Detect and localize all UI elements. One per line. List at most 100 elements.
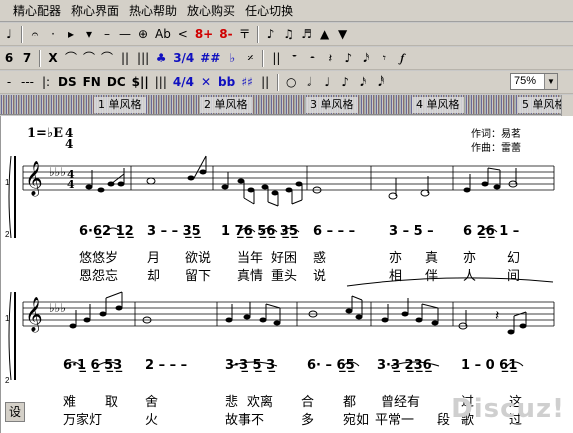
whole-note-button[interactable]: ○ [283, 73, 299, 92]
rest-x-button[interactable]: X [45, 49, 61, 68]
double-flat-button[interactable]: bb [216, 73, 237, 92]
jianpu-bar[interactable]: 3·3̲ 2̲3̲6̲ [377, 358, 432, 373]
long-dash-button[interactable]: --- [19, 73, 36, 92]
style-tab-3[interactable]: 3 单风格 [306, 97, 358, 113]
beamed-sixteenth-button[interactable]: ♬ [299, 25, 315, 44]
jianpu-bar[interactable]: 6 2̲6̲ 1 – [463, 224, 519, 239]
dot-button[interactable]: · [45, 25, 61, 44]
accent-button[interactable]: ▸ [63, 25, 79, 44]
quarter-note-button[interactable]: 𝆑 [394, 49, 410, 68]
flat-button[interactable]: ♭ [224, 49, 240, 68]
menu-item-interface[interactable]: 称心界面 [66, 2, 124, 19]
track-number-2: 2 [5, 230, 10, 239]
short-dash-button[interactable]: - [1, 73, 17, 92]
slur-button[interactable]: ⌒ [63, 49, 79, 68]
quarter-rest-button[interactable]: 𝄼 [304, 49, 320, 68]
lyric-syllable: 故事不 [225, 413, 265, 428]
double-sharp-button[interactable]: ♯♯ [239, 73, 255, 92]
circle-plus-button[interactable]: ⊕ [135, 25, 151, 44]
time-sig-3-4-button[interactable]: 3/4 [171, 49, 196, 68]
lyric-syllable: 多 [301, 413, 315, 428]
thirty-second-note-button[interactable]: 𝅘𝅥𝅰 [373, 73, 389, 92]
toolbar-notation-3: - --- |: DS FN DC $|| ||| 4/4 ✕ bb ♯♯ ||… [0, 71, 573, 94]
lyric-syllable: 当年 [237, 251, 264, 266]
digit-6-button[interactable]: 6 [1, 49, 17, 68]
sharp-button[interactable]: ## [198, 49, 222, 68]
jianpu-bar[interactable]: 3·3̲ 5̲ 3̲ [225, 358, 275, 373]
digit-7-button[interactable]: 7 [19, 49, 35, 68]
tab-label: 单风格 [214, 98, 248, 111]
menu-item-orchestration[interactable]: 精心配器 [8, 2, 66, 19]
natural-x-button[interactable]: ✕ [198, 73, 214, 92]
zoom-value: 75% [514, 75, 537, 87]
lyric-syllable: 真 [425, 251, 439, 266]
repeat-start-button[interactable]: |: [38, 73, 54, 92]
barline-button[interactable]: || [117, 49, 133, 68]
ds-button[interactable]: DS [56, 73, 79, 92]
tab-number: 5 [522, 98, 529, 111]
toolbar-notation-2: 6 7 X ⌒ ⌒ ⌒ || ||| ♣ 3/4 ## ♭ 𝄎 || 𝄻 𝄼 𝄽… [0, 47, 573, 70]
chord-ab-button[interactable]: Ab [153, 25, 173, 44]
lyric-syllable: 悲 [225, 395, 239, 410]
percent-button[interactable]: 𝄎 [242, 49, 258, 68]
tie-button[interactable]: ⌒ [81, 49, 97, 68]
menu-item-switch[interactable]: 任心切换 [240, 2, 298, 19]
jianpu-bar[interactable]: 3 – 5 – [389, 224, 434, 239]
chevron-down-icon[interactable]: ▼ [544, 74, 557, 89]
style-tab-4[interactable]: 4 单风格 [412, 97, 464, 113]
eighth-note-2-button[interactable]: ♪ [337, 73, 353, 92]
note-glyph-button[interactable]: ♪ [340, 49, 356, 68]
eighth-note-button[interactable]: ♪ [263, 25, 279, 44]
menu-item-purchase[interactable]: 放心购买 [182, 2, 240, 19]
time-sig-4-4-button[interactable]: 4/4 [171, 73, 196, 92]
half-note-button[interactable]: 𝅗𝅥 [301, 73, 317, 92]
jianpu-bar[interactable]: 2 – – – [145, 358, 187, 373]
dc-button[interactable]: DC [105, 73, 128, 92]
dash-button[interactable]: — [117, 25, 133, 44]
fermata-button[interactable]: 𝄐 [27, 25, 43, 44]
quarter-note-2-button[interactable]: ♩ [319, 73, 335, 92]
whole-rest-button[interactable]: || [268, 49, 284, 68]
note-tool-button[interactable]: ♩ [1, 25, 17, 44]
lyric-syllable: 真情 [237, 269, 264, 284]
jianpu-bar[interactable]: 6·6̲2 1̲2̲ [79, 224, 134, 239]
jianpu-bar[interactable]: 1 – 0 6̲1̲ [461, 358, 517, 373]
eighth-rest-button[interactable]: 𝄽 [322, 49, 338, 68]
sixteenth-note-button[interactable]: 𝅘𝅥𝅯 [355, 73, 371, 92]
octave-up-button[interactable]: 8+ [193, 25, 215, 44]
crescendo-button[interactable]: < [175, 25, 191, 44]
style-tab-2[interactable]: 2 单风格 [200, 97, 252, 113]
jianpu-bar[interactable]: 3 – – 3̲5̲ [147, 224, 201, 239]
segno-button[interactable]: 〒 [237, 25, 253, 44]
svg-text:4: 4 [67, 178, 75, 191]
zoom-select[interactable]: 75% ▼ [510, 73, 558, 90]
jianpu-bar[interactable]: 6· – 6̲5̲ [307, 358, 355, 373]
tab-number: 1 [98, 98, 105, 111]
jianpu-bar[interactable]: 1 7̲6̲ 5̲6̲ 3̲5̲ [221, 224, 298, 239]
arrow-down-button[interactable]: ▼ [335, 25, 351, 44]
fn-button[interactable]: FN [81, 73, 103, 92]
horizontal-scroll-handle[interactable] [561, 95, 573, 116]
segno-end-button[interactable]: $|| [130, 73, 151, 92]
grace-note-button[interactable]: 𝄾 [376, 49, 392, 68]
menu-bar: 精心配器 称心界面 热心帮助 放心购买 任心切换 [0, 0, 573, 22]
barline-2-button[interactable]: || [257, 73, 273, 92]
tenuto-button[interactable]: – [99, 25, 115, 44]
jianpu-bar[interactable]: 6 – – – [313, 224, 355, 239]
lyric-syllable: 难 [63, 395, 77, 410]
marcato-button[interactable]: ▾ [81, 25, 97, 44]
phrase-button[interactable]: ⌒ [99, 49, 115, 68]
menu-item-help[interactable]: 热心帮助 [124, 2, 182, 19]
half-rest-button[interactable]: 𝄻 [286, 49, 302, 68]
sixteenth-rest-button[interactable]: 𝅘𝅥𝅯 [358, 49, 374, 68]
arrow-up-button[interactable]: ▲ [317, 25, 333, 44]
double-barline-button[interactable]: ||| [135, 49, 151, 68]
jianpu-bar[interactable]: 6·1̲ 6̲ 5̲3̲ [63, 358, 122, 373]
clef-button[interactable]: ♣ [153, 49, 169, 68]
final-barline-button[interactable]: ||| [153, 73, 169, 92]
score-canvas[interactable]: 𝄞 ♭♭♭ 4 4 𝄞 ♭♭♭ 𝄽 1=♭E 4 4 作词：易茗 作曲：雷蕾 1… [0, 116, 573, 433]
octave-down-button[interactable]: 8- [217, 25, 234, 44]
style-tab-1[interactable]: 1 单风格 [94, 97, 146, 113]
settings-corner-button[interactable]: 设 [5, 402, 25, 422]
beamed-eighth-button[interactable]: ♫ [281, 25, 297, 44]
